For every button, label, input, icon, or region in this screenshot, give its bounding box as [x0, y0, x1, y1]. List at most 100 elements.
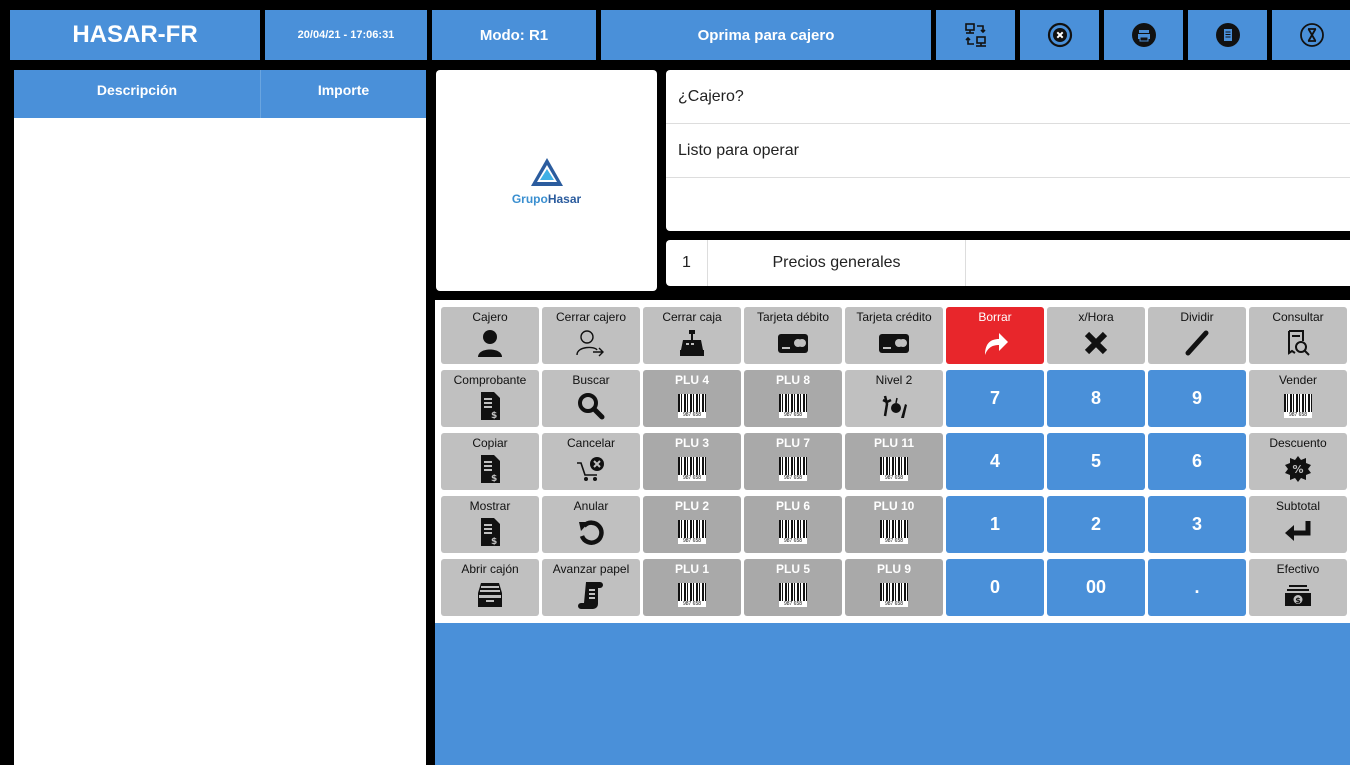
subtotal-button[interactable]: Subtotal	[1249, 496, 1347, 553]
plu-11-button[interactable]: PLU 11 987 658	[845, 433, 943, 490]
card-icon	[778, 334, 808, 353]
key-label: Avanzar papel	[552, 562, 630, 576]
void-button[interactable]: Anular	[542, 496, 640, 553]
digit-1-button[interactable]: 1	[946, 496, 1044, 553]
key-label: Cancelar	[566, 436, 616, 450]
barcode-icon: 987 658	[880, 579, 908, 611]
divide-button[interactable]: Dividir	[1148, 307, 1246, 364]
column-header-amount: Importe	[317, 82, 370, 98]
keypad: Cajero Cerrar cajero Cerrar caja Tarjeta…	[441, 307, 1347, 616]
plu-4-button[interactable]: PLU 4 987 658	[643, 370, 741, 427]
svg-text:%: %	[1292, 463, 1303, 476]
show-button[interactable]: Mostrar $	[441, 496, 539, 553]
svg-text:$: $	[491, 474, 497, 484]
key-label: Abrir cajón	[461, 562, 519, 576]
logo-word-1: Grupo	[511, 191, 548, 206]
svg-text:$: $	[491, 537, 497, 547]
key-label: Borrar	[978, 310, 1012, 324]
decimal-point-button[interactable]: .	[1148, 559, 1246, 616]
display-line-3	[666, 178, 1350, 232]
plu-10-button[interactable]: PLU 10 987 658	[845, 496, 943, 553]
company-logo: GrupoHasar	[436, 70, 657, 291]
key-label: Tarjeta crédito	[856, 310, 932, 324]
discount-badge-icon: %	[1285, 456, 1311, 482]
plu-6-button[interactable]: PLU 6 987 658	[744, 496, 842, 553]
plu-5-button[interactable]: PLU 5 987 658	[744, 559, 842, 616]
barcode-icon: 987 658	[880, 516, 908, 548]
multiply-button[interactable]: x/Hora	[1047, 307, 1145, 364]
digit-4-button[interactable]: 4	[946, 433, 1044, 490]
svg-text:$: $	[1295, 596, 1301, 605]
barcode-icon: 987 658	[779, 516, 807, 548]
cancel-sale-button[interactable]: Cancelar	[542, 433, 640, 490]
cash-icon: $	[1285, 585, 1311, 606]
ticket-panel: Descripción Importe	[14, 70, 426, 765]
plu-1-button[interactable]: PLU 1 987 658	[643, 559, 741, 616]
plu-2-button[interactable]: PLU 2 987 658	[643, 496, 741, 553]
cancel-button[interactable]	[1020, 10, 1099, 60]
hasar-logo-icon	[530, 157, 563, 186]
credit-card-button[interactable]: Tarjeta crédito	[845, 307, 943, 364]
digit-2-button[interactable]: 2	[1047, 496, 1145, 553]
key-label: Cajero	[472, 310, 508, 324]
digit-6-button[interactable]: 6	[1148, 433, 1246, 490]
datetime-display: 20/04/21 - 17:06:31	[265, 10, 427, 60]
digit-0-button[interactable]: 0	[946, 559, 1044, 616]
logo-word-2: Hasar	[547, 191, 582, 206]
delete-button[interactable]: Borrar	[946, 307, 1044, 364]
card-icon	[879, 334, 909, 353]
debit-card-button[interactable]: Tarjeta débito	[744, 307, 842, 364]
double-zero-button[interactable]: 00	[1047, 559, 1145, 616]
voucher-button[interactable]: Comprobante $	[441, 370, 539, 427]
document-button[interactable]	[1188, 10, 1267, 60]
consult-button[interactable]: Consultar	[1249, 307, 1347, 364]
level-2-button[interactable]: Nivel 2	[845, 370, 943, 427]
print-button[interactable]	[1104, 10, 1183, 60]
times-icon	[1084, 331, 1108, 355]
printer-icon	[1131, 23, 1156, 47]
digit-8-button[interactable]: 8	[1047, 370, 1145, 427]
digit-7-button[interactable]: 7	[946, 370, 1044, 427]
key-label: Anular	[573, 499, 609, 513]
digit-3-button[interactable]: 3	[1148, 496, 1246, 553]
plu-7-button[interactable]: PLU 7 987 658	[744, 433, 842, 490]
key-label: PLU 5	[775, 562, 810, 576]
sell-button[interactable]: Vender 987 658	[1249, 370, 1347, 427]
cash-button[interactable]: Efectivo $	[1249, 559, 1347, 616]
key-label: PLU 6	[775, 499, 810, 513]
key-label: Dividir	[1180, 310, 1214, 324]
plu-9-button[interactable]: PLU 9 987 658	[845, 559, 943, 616]
key-label: Efectivo	[1276, 562, 1320, 576]
logo-wordmark: GrupoHasar	[512, 192, 581, 206]
key-label: Mostrar	[469, 499, 511, 513]
discount-button[interactable]: Descuento %	[1249, 433, 1347, 490]
advance-paper-button[interactable]: Avanzar papel	[542, 559, 640, 616]
cashier-button[interactable]: Cajero	[441, 307, 539, 364]
redo-arrow-icon	[985, 333, 1008, 355]
key-label: PLU 8	[775, 373, 810, 387]
digit-5-button[interactable]: 5	[1047, 433, 1145, 490]
digit-9-button[interactable]: 9	[1148, 370, 1246, 427]
slash-icon	[1185, 330, 1209, 356]
close-register-button[interactable]: Cerrar caja	[643, 307, 741, 364]
barcode-icon: 987 658	[880, 453, 908, 485]
hourglass-button[interactable]	[1272, 10, 1350, 60]
invoice-icon: $	[481, 392, 500, 421]
copy-button[interactable]: Copiar $	[441, 433, 539, 490]
key-label: Cerrar cajero	[555, 310, 627, 324]
key-label: PLU 9	[876, 562, 911, 576]
undo-icon	[579, 520, 604, 545]
search-icon	[578, 393, 605, 420]
close-cashier-button[interactable]: Cerrar cajero	[542, 307, 640, 364]
price-list-number: 1	[666, 240, 708, 286]
search-button[interactable]: Buscar	[542, 370, 640, 427]
transfer-button[interactable]	[936, 10, 1015, 60]
key-label: Comprobante	[453, 373, 527, 387]
plu-8-button[interactable]: PLU 8 987 658	[744, 370, 842, 427]
barcode-icon: 987 658	[678, 516, 706, 548]
display-line-2: Listo para operar	[666, 124, 1350, 178]
open-drawer-button[interactable]: Abrir cajón	[441, 559, 539, 616]
scroll-paper-icon	[578, 582, 603, 609]
plu-3-button[interactable]: PLU 3 987 658	[643, 433, 741, 490]
svg-text:$: $	[491, 411, 497, 421]
